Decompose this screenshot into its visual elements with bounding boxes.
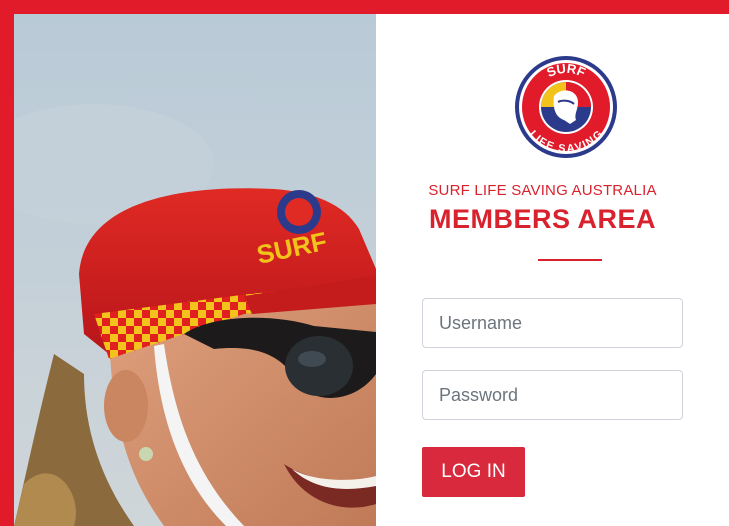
page-frame: SURF SURF LIFE SAVING SURF LIFE SAVING A… bbox=[14, 14, 729, 526]
login-button[interactable]: LOG IN bbox=[422, 447, 525, 497]
password-input[interactable] bbox=[422, 370, 683, 420]
login-panel: SURF LIFE SAVING SURF LIFE SAVING AUSTRA… bbox=[376, 14, 729, 526]
page-title: MEMBERS AREA bbox=[428, 204, 656, 234]
hero-photo: SURF bbox=[14, 14, 376, 526]
surf-life-saving-logo: SURF LIFE SAVING bbox=[514, 54, 618, 160]
title-divider bbox=[538, 259, 602, 261]
org-name: SURF LIFE SAVING AUSTRALIA bbox=[428, 182, 657, 199]
username-input[interactable] bbox=[422, 298, 683, 348]
